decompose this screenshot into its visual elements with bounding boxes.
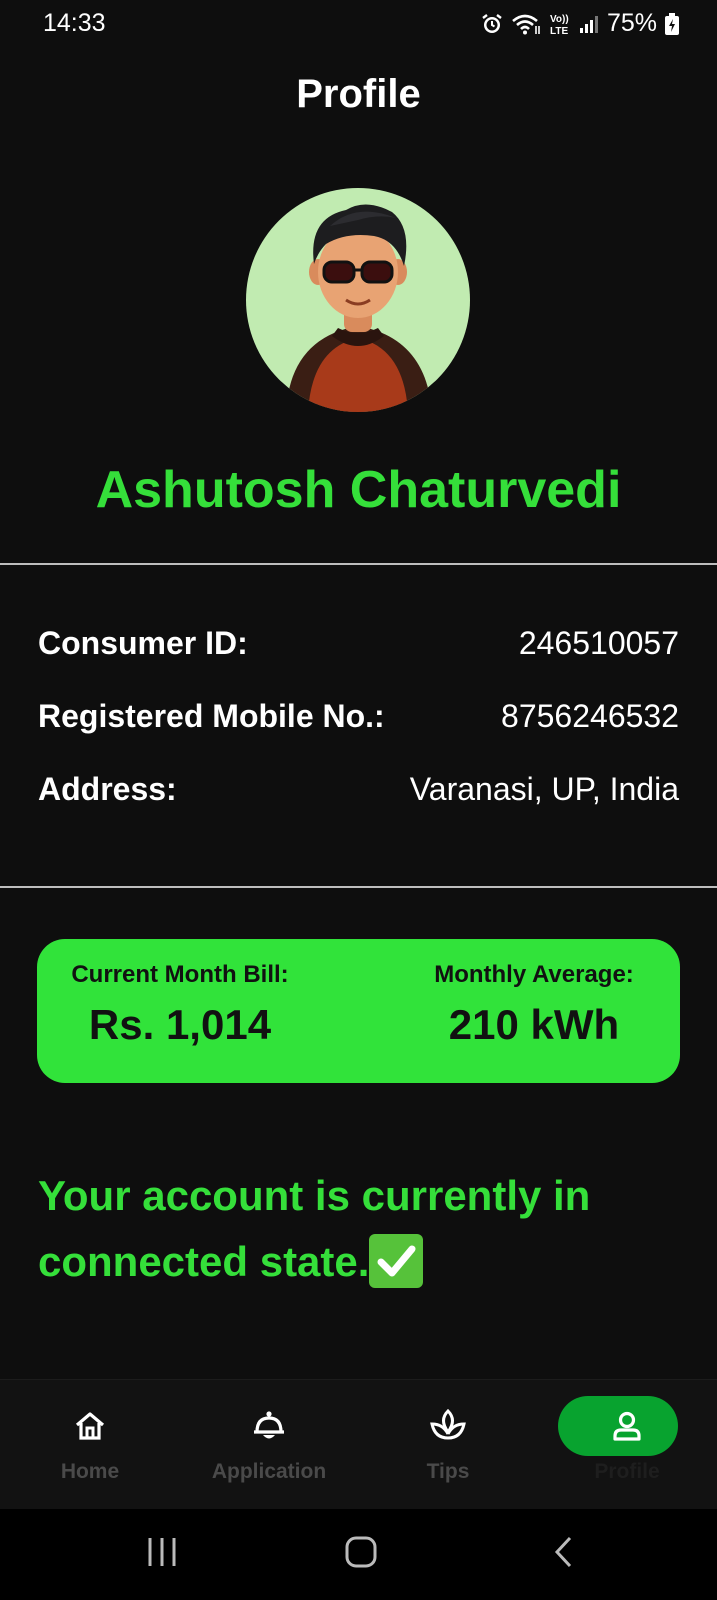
nav-label: Profile bbox=[594, 1460, 660, 1483]
bell-icon bbox=[189, 1406, 349, 1446]
info-label: Address: bbox=[38, 770, 177, 807]
info-value: 8756246532 bbox=[501, 697, 679, 734]
divider bbox=[0, 886, 717, 888]
account-status-message: Your account is currently in connected s… bbox=[38, 1163, 678, 1295]
signal-icon bbox=[579, 14, 599, 34]
nav-item-application[interactable]: Application bbox=[189, 1398, 349, 1484]
alarm-icon bbox=[481, 13, 503, 35]
info-value: 246510057 bbox=[518, 624, 679, 661]
system-nav-bar bbox=[0, 1509, 717, 1600]
back-button[interactable] bbox=[552, 1535, 576, 1574]
bottom-nav: Home Application Tips Profile bbox=[0, 1379, 717, 1509]
recent-apps-button[interactable] bbox=[146, 1535, 178, 1574]
monthly-average: Monthly Average: 210 kWh bbox=[414, 961, 654, 1049]
avatar bbox=[246, 188, 470, 412]
monthly-average-value: 210 kWh bbox=[448, 1001, 620, 1048]
home-icon bbox=[10, 1406, 170, 1446]
info-value: Varanasi, UP, India bbox=[409, 770, 679, 807]
monthly-average-label: Monthly Average: bbox=[434, 961, 634, 988]
wifi-icon bbox=[511, 13, 541, 35]
volte-icon: Vo)) LTE bbox=[549, 12, 571, 36]
nav-item-profile[interactable]: Profile bbox=[547, 1396, 707, 1484]
nav-label: Home bbox=[60, 1460, 120, 1483]
nav-label: Application bbox=[211, 1460, 327, 1483]
consumer-id-row: Consumer ID: 246510057 bbox=[38, 621, 679, 665]
nav-item-home[interactable]: Home bbox=[10, 1398, 170, 1484]
status-time: 14:33 bbox=[43, 9, 106, 37]
status-icons: Vo)) LTE 75% bbox=[481, 9, 679, 38]
address-row: Address: Varanasi, UP, India bbox=[38, 767, 679, 811]
current-bill-value: Rs. 1,014 bbox=[88, 1001, 272, 1048]
mobile-row: Registered Mobile No.: 8756246532 bbox=[38, 694, 679, 738]
current-bill-label: Current Month Bill: bbox=[71, 961, 289, 988]
home-button[interactable] bbox=[344, 1535, 378, 1574]
battery-percent: 75% bbox=[606, 9, 657, 37]
leaf-icon bbox=[368, 1406, 528, 1446]
svg-text:LTE: LTE bbox=[550, 26, 568, 36]
svg-text:Vo)): Vo)) bbox=[550, 14, 569, 25]
user-icon bbox=[547, 1406, 707, 1446]
battery-icon bbox=[665, 12, 679, 35]
user-name: Ashutosh Chaturvedi bbox=[95, 461, 622, 519]
info-label: Consumer ID: bbox=[38, 624, 248, 661]
status-bar: 14:33 Vo)) LTE 75% bbox=[0, 0, 717, 48]
account-status-text: Your account is currently in connected s… bbox=[38, 1172, 591, 1285]
info-label: Registered Mobile No.: bbox=[38, 697, 385, 734]
divider bbox=[0, 563, 717, 565]
bill-summary-card: Current Month Bill: Rs. 1,014 Monthly Av… bbox=[37, 939, 680, 1083]
page-title: Profile bbox=[296, 72, 421, 116]
nav-item-tips[interactable]: Tips bbox=[368, 1398, 528, 1484]
nav-label: Tips bbox=[426, 1460, 470, 1483]
current-bill: Current Month Bill: Rs. 1,014 bbox=[55, 961, 305, 1049]
check-mark-icon bbox=[369, 1233, 424, 1288]
